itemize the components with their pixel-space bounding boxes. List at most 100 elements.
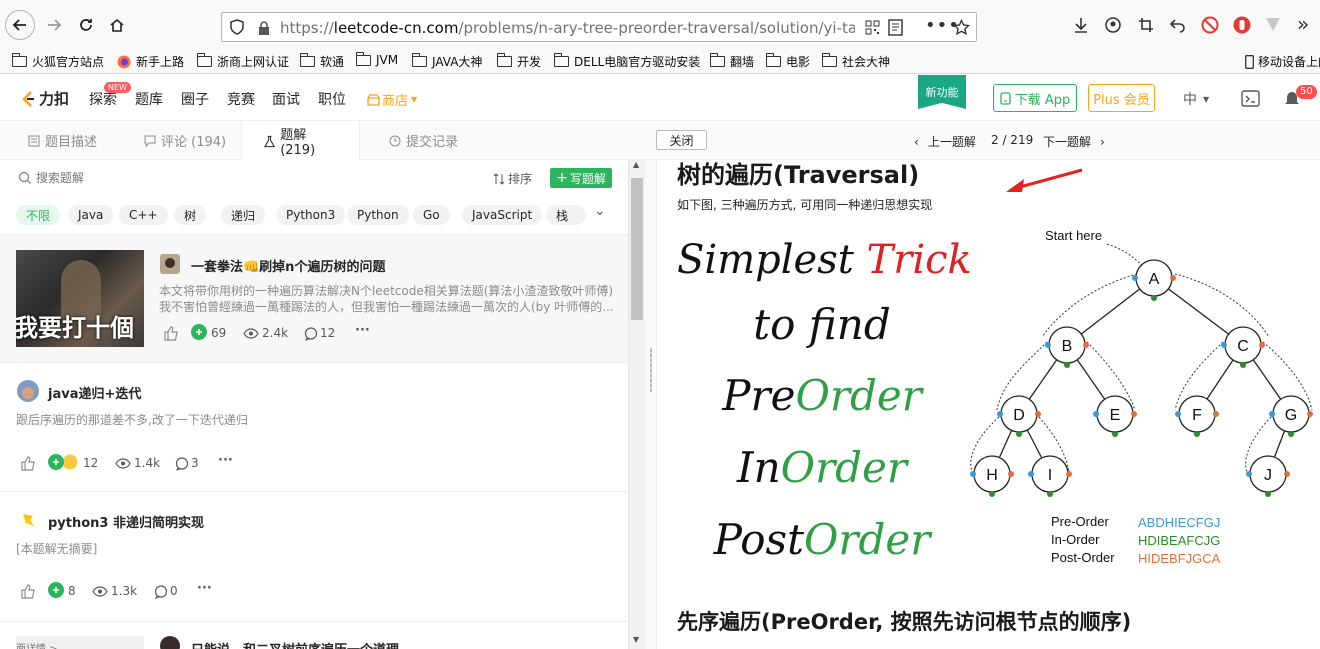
thumbnail-caption: 面详情 > — [16, 640, 58, 649]
author-avatar[interactable] — [19, 510, 39, 530]
more-options-icon[interactable]: ··· — [197, 581, 212, 596]
tag-chip[interactable]: Java — [68, 205, 114, 225]
section-heading-2: 先序遍历(PreOrder, 按照先访问根节点的顺序) — [677, 610, 1132, 634]
screenshot-crop-icon[interactable] — [1138, 17, 1154, 33]
search-input[interactable] — [36, 168, 336, 188]
tree-nodes: A B C D E F G H I J — [973, 259, 1310, 493]
tag-chip-all[interactable]: 不限 — [16, 205, 61, 225]
forward-button[interactable] — [40, 11, 68, 39]
tag-chip[interactable]: 树 — [174, 205, 207, 225]
qrcode-icon[interactable] — [865, 20, 880, 35]
bookmark-item[interactable]: JAVA大神 — [412, 53, 482, 70]
back-button[interactable] — [5, 10, 35, 40]
trick-text: Pre — [722, 371, 796, 420]
bookmark-item[interactable]: 浙商上网认证 — [197, 53, 289, 70]
solution-title[interactable]: 一套拳法👊刷掉n个遍历树的问题 — [191, 256, 385, 275]
scroll-down-arrow-icon[interactable]: ▼ — [633, 635, 639, 644]
account-icon[interactable] — [1105, 17, 1121, 33]
overflow-menu-icon[interactable]: » — [1297, 12, 1309, 36]
tab-submissions[interactable]: 提交记录 — [367, 121, 480, 160]
bookmark-item[interactable]: DELL电脑官方驱动安装 — [554, 53, 700, 70]
url-bar[interactable]: https://leetcode-cn.com/problems/n-ary-t… — [221, 12, 977, 42]
plus-member-button[interactable]: Plus 会员 — [1088, 84, 1155, 112]
url-text[interactable]: https://leetcode-cn.com/problems/n-ary-t… — [280, 19, 855, 37]
next-solution-link[interactable]: 下一题解 › — [1043, 133, 1105, 150]
left-scrollbar[interactable]: ▲ ▼ — [628, 160, 645, 649]
tag-chip[interactable]: JavaScript — [462, 205, 543, 225]
extension-triangle-icon[interactable] — [1265, 17, 1281, 32]
bookmark-item[interactable]: 新手上路 — [117, 53, 184, 70]
sort-icon — [493, 172, 505, 185]
thumbs-up-icon[interactable] — [164, 326, 179, 341]
author-avatar[interactable] — [160, 254, 180, 274]
bookmark-item[interactable]: 开发 — [497, 53, 541, 70]
language-label: 中 — [1183, 92, 1197, 108]
reload-button[interactable] — [72, 11, 100, 39]
reaction-emojis-icon — [48, 454, 78, 470]
solution-summary: [本题解无摘要] — [16, 542, 98, 556]
download-app-button[interactable]: 下载 App — [993, 84, 1077, 112]
trick-text: Post — [713, 515, 804, 564]
solution-content: 树的遍历(Traversal) 如下图, 三种遍历方式, 可用同一种递归思想实现… — [657, 160, 1320, 649]
nav-jobs[interactable]: 职位 — [318, 89, 346, 109]
author-avatar[interactable] — [17, 380, 39, 402]
author-avatar[interactable] — [160, 636, 180, 649]
reader-view-icon[interactable] — [888, 19, 903, 36]
bookmarks-toolbar: 火狐官方站点 新手上路 浙商上网认证 软通 JVM JAVA大神 开发 DELL… — [0, 48, 1320, 74]
tab-description[interactable]: 题目描述 — [6, 121, 119, 160]
new-feature-ribbon[interactable]: 新功能 — [918, 75, 966, 109]
tab-comments[interactable]: 评论 (194) — [122, 121, 248, 160]
sort-button[interactable]: 排序 — [493, 170, 532, 187]
expand-tags-icon[interactable]: ⌄ — [594, 203, 606, 219]
tag-chip[interactable]: Python3 — [276, 205, 346, 225]
tag-chip[interactable]: 栈 — [546, 205, 586, 225]
write-solution-button[interactable]: + 写题解 — [550, 168, 612, 188]
bookmark-item[interactable]: 电影 — [766, 53, 810, 70]
bookmark-item[interactable]: 翻墙 — [710, 53, 754, 70]
star-icon[interactable] — [953, 19, 970, 36]
solution-title[interactable]: java递归+迭代 — [48, 383, 141, 402]
thumbs-up-icon[interactable] — [21, 456, 36, 471]
nav-problems[interactable]: 题库 — [135, 89, 163, 109]
download-icon[interactable] — [1073, 17, 1089, 33]
flask-icon — [264, 135, 276, 147]
bookmark-item[interactable]: 软通 — [300, 53, 344, 70]
solution-item[interactable]: python3 非递归简明实现 [本题解无摘要] 8 1.3k 0 ··· — [0, 492, 628, 622]
nav-contest[interactable]: 竞赛 — [227, 89, 255, 109]
tab-solutions[interactable]: 题解(219) — [241, 121, 360, 161]
scrollbar-thumb[interactable] — [631, 178, 643, 320]
tag-chip[interactable]: Python — [347, 205, 409, 225]
solution-title[interactable]: 只能说，和二叉树前序遍历一个道理 — [191, 639, 399, 649]
site-logo[interactable]: 力扣 — [20, 88, 69, 109]
nav-interview[interactable]: 面试 — [272, 89, 300, 109]
solution-item[interactable]: 面详情 > 只能说，和二叉树前序遍历一个道理 — [0, 622, 628, 649]
thumbs-up-icon[interactable] — [21, 584, 36, 599]
home-button[interactable] — [103, 11, 131, 39]
undo-icon[interactable] — [1170, 17, 1186, 33]
comment-bubble-icon — [175, 457, 189, 471]
close-solution-button[interactable]: 关闭 — [656, 130, 707, 150]
language-switch[interactable]: 中 ▼ — [1183, 89, 1209, 109]
solution-item[interactable]: java递归+迭代 跟后序遍历的那道差不多,改了一下迭代递归 12 1.4k 3… — [0, 363, 628, 492]
bookmark-item[interactable]: 社会大神 — [822, 53, 890, 70]
bookmark-item[interactable]: JVM — [356, 51, 398, 67]
tag-chip[interactable]: C++ — [119, 205, 168, 225]
panel-resize-handle[interactable] — [645, 160, 657, 649]
nav-circle[interactable]: 圈子 — [181, 89, 209, 109]
solution-title[interactable]: python3 非递归简明实现 — [48, 512, 204, 531]
block-extension-icon[interactable] — [1201, 16, 1219, 34]
prev-solution-link[interactable]: ‹ 上一题解 — [914, 133, 976, 150]
bookmark-item[interactable]: 火狐官方站点 — [12, 53, 104, 70]
nav-store[interactable]: 商店 ▼ — [367, 90, 417, 109]
solution-item[interactable]: 我要打十個 一套拳法👊刷掉n个遍历树的问题 本文将带你用树的一种遍历算法解决N个… — [0, 234, 628, 363]
tag-chip[interactable]: 递归 — [221, 205, 266, 225]
tag-chip[interactable]: Go — [413, 205, 450, 225]
playground-icon[interactable] — [1241, 90, 1260, 107]
scroll-up-arrow-icon[interactable]: ▲ — [633, 160, 639, 169]
tree-node: B — [1048, 326, 1086, 364]
more-options-icon[interactable]: ··· — [355, 323, 370, 338]
mobile-bookmarks[interactable]: 移动设备上的 — [1245, 53, 1320, 70]
folder-icon — [497, 53, 512, 67]
more-options-icon[interactable]: ··· — [218, 453, 233, 468]
extension-red-icon[interactable] — [1233, 16, 1251, 34]
